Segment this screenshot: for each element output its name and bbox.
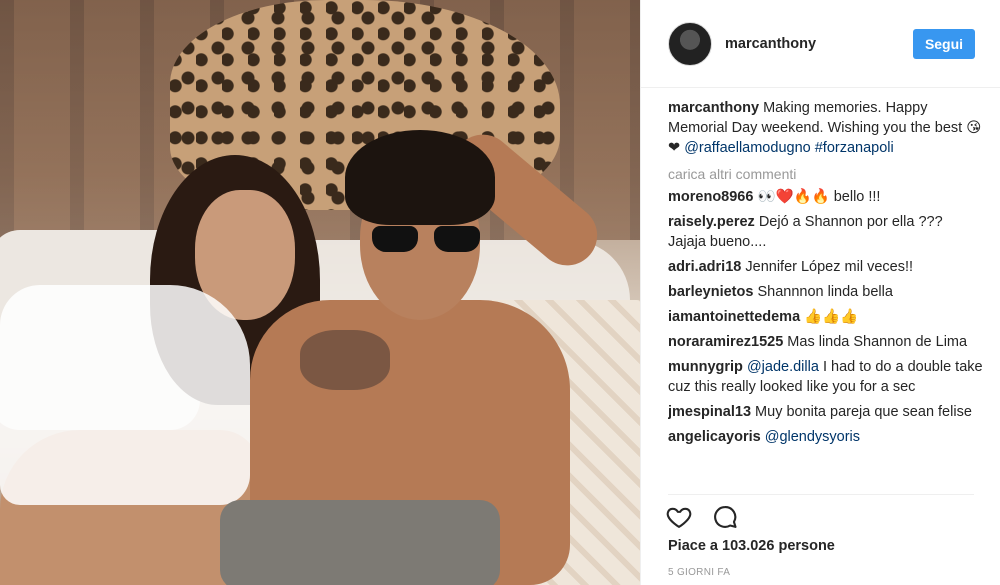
follow-button[interactable]: Segui [913, 28, 975, 59]
comment-text: 👍👍👍 [804, 309, 859, 325]
action-bar [665, 503, 739, 531]
comment-mention[interactable]: @glendysyoris [765, 429, 860, 445]
post-photo[interactable] [0, 0, 640, 585]
comment-text: Muy bonita pareja que sean felise [755, 404, 972, 420]
comment-username[interactable]: munnygrip [668, 359, 743, 375]
comment-username[interactable]: adri.adri18 [668, 259, 741, 275]
comment-bubble-icon[interactable] [711, 503, 739, 531]
comment-item: munnygrip @jade.dilla I had to do a doub… [668, 357, 983, 397]
likes-count[interactable]: Piace a 103.026 persone [668, 538, 835, 554]
comment-username[interactable]: raisely.perez [668, 214, 755, 230]
woman-shirt [0, 285, 250, 505]
comment-item: barleynietos Shannnon linda bella [668, 282, 983, 302]
comment-username[interactable]: barleynietos [668, 284, 753, 300]
comment-username[interactable]: angelicayoris [668, 429, 761, 445]
comment-text: 👀❤️🔥🔥 bello !!! [757, 189, 881, 205]
comments-list: marcanthony Making memories. Happy Memor… [668, 98, 983, 492]
comment-text: Shannnon linda bella [757, 284, 893, 300]
comment-item: iamantoinettedema 👍👍👍 [668, 307, 983, 327]
comment-item: angelicayoris @glendysyoris [668, 427, 983, 447]
header-username[interactable]: marcanthony [725, 36, 913, 52]
comment-username[interactable]: noraramirez1525 [668, 334, 783, 350]
sunglasses [372, 226, 480, 252]
comment-item: raisely.perez Dejó a Shannon por ella ??… [668, 212, 983, 252]
comment-username[interactable]: moreno8966 [668, 189, 753, 205]
comment-text: Jennifer López mil veces!! [745, 259, 914, 275]
instagram-post-modal: marcanthony Segui marcanthony Making mem… [0, 0, 1000, 585]
post-header: marcanthony Segui [641, 0, 1000, 88]
comment-item: noraramirez1525 Mas linda Shannon de Lim… [668, 332, 983, 352]
comment-text: Mas linda Shannon de Lima [787, 334, 968, 350]
comment-item: moreno8966 👀❤️🔥🔥 bello !!! [668, 187, 983, 207]
avatar[interactable] [668, 21, 712, 66]
load-more-comments-link[interactable]: carica altri commenti [668, 165, 983, 183]
post-sidebar: marcanthony Segui marcanthony Making mem… [640, 0, 1000, 585]
comment-username[interactable]: iamantoinettedema [668, 309, 800, 325]
comment-item: jmespinal13 Muy bonita pareja que sean f… [668, 402, 983, 422]
chest-tattoo [300, 330, 390, 390]
caption-mention[interactable]: @raffaellamodugno [684, 140, 811, 156]
heart-icon[interactable] [665, 503, 693, 531]
man-hair [345, 130, 495, 225]
caption-username[interactable]: marcanthony [668, 100, 759, 116]
comment-mention[interactable]: @jade.dilla [747, 359, 819, 375]
comment-item: adri.adri18 Jennifer López mil veces!! [668, 257, 983, 277]
shorts [220, 500, 500, 585]
caption-hashtag[interactable]: #forzanapoli [815, 140, 894, 156]
post-timestamp: 5 GIORNI FA [668, 567, 731, 578]
caption: marcanthony Making memories. Happy Memor… [668, 98, 983, 158]
comment-username[interactable]: jmespinal13 [668, 404, 751, 420]
divider [668, 494, 974, 495]
